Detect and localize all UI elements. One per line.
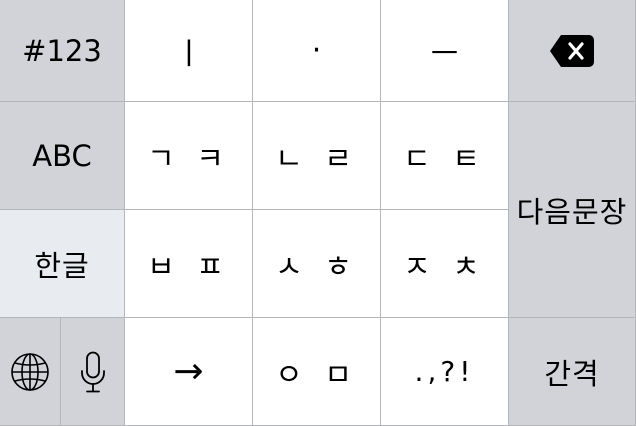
bieup-pieup-label: ㅂ ㅍ	[147, 249, 230, 285]
arrow-label: →	[173, 351, 204, 392]
digeut-tieut-label: ㄷ ㅌ	[403, 141, 486, 177]
vowel-eu-key[interactable]: ㅡ	[381, 0, 509, 102]
ieung-mieum-label: ㅇ ㅁ	[275, 357, 358, 393]
numbers-mode-key[interactable]: #123	[0, 0, 125, 102]
delete-key[interactable]	[509, 0, 636, 102]
globe-icon	[11, 352, 49, 391]
abc-mode-label: ABC	[32, 138, 92, 173]
jieut-chieut-key[interactable]: ㅈ ㅊ	[381, 210, 509, 318]
microphone-icon	[80, 351, 105, 392]
giyeok-kieuk-label: ㄱ ㅋ	[147, 141, 230, 177]
hangul-mode-label: 한글	[34, 248, 90, 283]
nieun-rieul-key[interactable]: ㄴ ㄹ	[253, 102, 381, 210]
next-sentence-key[interactable]: 다음문장	[509, 102, 636, 318]
numbers-mode-label: #123	[22, 33, 102, 68]
punctuation-label: .,?!	[414, 355, 475, 388]
digeut-tieut-key[interactable]: ㄷ ㅌ	[381, 102, 509, 210]
abc-mode-key[interactable]: ABC	[0, 102, 125, 210]
vowel-dot-label: ·	[311, 33, 322, 68]
ieung-mieum-key[interactable]: ㅇ ㅁ	[253, 318, 381, 426]
bieup-pieup-key[interactable]: ㅂ ㅍ	[125, 210, 253, 318]
microphone-key[interactable]	[61, 318, 125, 426]
vowel-dot-key[interactable]: ·	[253, 0, 381, 102]
globe-key[interactable]	[0, 318, 61, 426]
next-sentence-label: 다음문장	[516, 194, 628, 229]
vowel-i-label: ㅣ	[175, 36, 203, 72]
punctuation-key[interactable]: .,?!	[381, 318, 509, 426]
vowel-i-key[interactable]: ㅣ	[125, 0, 253, 102]
nieun-rieul-label: ㄴ ㄹ	[275, 141, 358, 177]
arrow-key[interactable]: →	[125, 318, 253, 426]
space-key[interactable]: 간격	[509, 318, 636, 426]
space-label: 간격	[544, 356, 600, 391]
vowel-eu-label: ㅡ	[430, 36, 459, 72]
jieut-chieut-label: ㅈ ㅊ	[403, 249, 486, 285]
giyeok-kieuk-key[interactable]: ㄱ ㅋ	[125, 102, 253, 210]
siot-hieut-key[interactable]: ㅅ ㅎ	[253, 210, 381, 318]
hangul-mode-key[interactable]: 한글	[0, 210, 125, 318]
siot-hieut-label: ㅅ ㅎ	[275, 249, 358, 285]
backspace-icon	[550, 34, 594, 67]
korean-keyboard: #123 ㅣ · ㅡ ABC ㄱ ㅋ ㄴ ㄹ ㄷ ㅌ 다음문장 한글 ㅂ ㅍ ㅅ…	[0, 0, 636, 426]
